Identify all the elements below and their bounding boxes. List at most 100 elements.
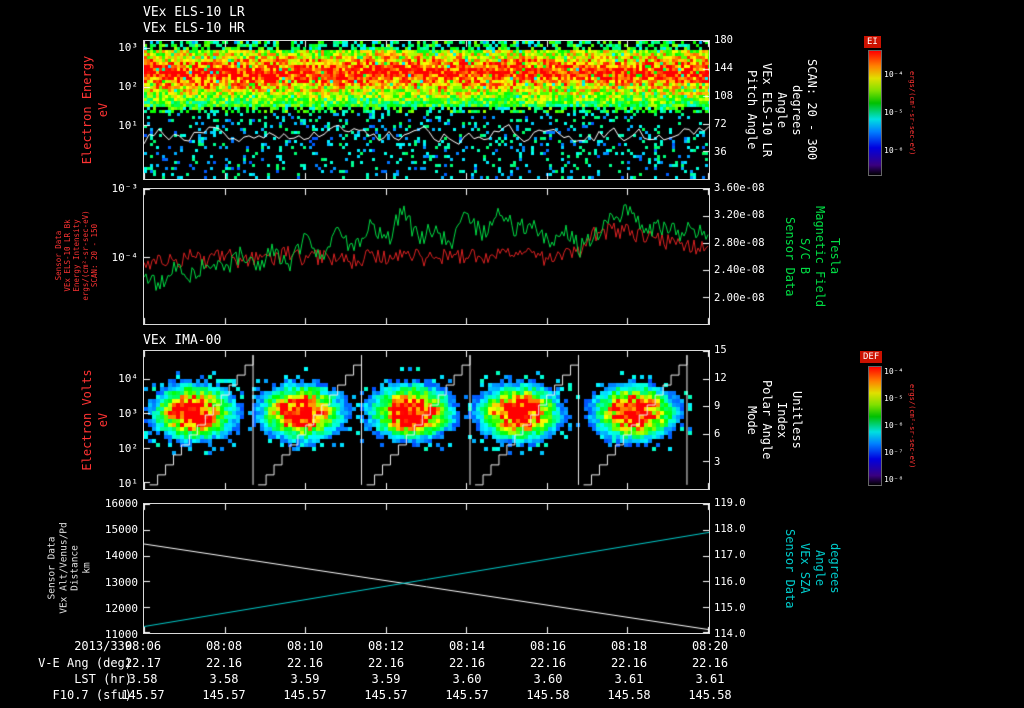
panel2-ytick-left-1: 10⁻⁴: [111, 250, 139, 264]
panel2-ytick-right-3: 2.40e-08: [714, 264, 765, 277]
colorbar2-units: ergs/(cm²-sr-sec-eV): [908, 383, 916, 469]
footer-veang-1: 22.16: [205, 656, 243, 670]
panel3-ytick-left-2: 10²: [118, 442, 138, 455]
panel2-right-axis-label: Sensor Data S/C B Magnetic Field Tesla: [783, 205, 842, 308]
colorbar2-tick-3: 10⁻⁷: [884, 448, 904, 457]
panel4-ytick-right-0: 119.0: [714, 497, 746, 509]
footer-f107-5: 145.58: [526, 688, 570, 702]
panel4-y-axis-label: Sensor Data VEx Alt/Venus/Pd Distance km: [46, 522, 93, 614]
footer-time-7: 08:20: [691, 639, 729, 653]
page-title-line1: VEx ELS-10 LR: [143, 5, 245, 20]
footer-lst-0: 3.58: [128, 672, 158, 686]
panel2-bfield-intensity-plot: [143, 188, 710, 325]
footer-f107-2: 145.57: [283, 688, 327, 702]
panel3-ytick-left-3: 10¹: [118, 477, 138, 490]
footer-lst-2: 3.59: [290, 672, 320, 686]
panel3-ytick-left-0: 10⁴: [118, 372, 138, 385]
footer-veang-2: 22.16: [286, 656, 324, 670]
panel1-ytick-left-0: 10³: [118, 41, 138, 54]
footer-f107-7: 145.58: [688, 688, 732, 702]
footer-f107-4: 145.57: [445, 688, 489, 702]
panel1-ytick-left-2: 10¹: [118, 119, 138, 133]
footer-time-3: 08:12: [367, 639, 405, 653]
panel2-ytick-right-0: 3.60e-08: [714, 182, 765, 194]
panel3-ytick-right-4: 3: [714, 456, 721, 468]
colorbar2-title: DEF: [860, 351, 883, 363]
footer-f107-6: 145.58: [607, 688, 651, 702]
panel4-ytick-left-4: 12000: [104, 601, 138, 615]
panel4-ytick-right-4: 115.0: [714, 601, 746, 614]
footer-veang-6: 22.16: [610, 656, 648, 670]
footer-time-2: 08:10: [286, 639, 324, 653]
colorbar1-title: EI: [864, 36, 881, 48]
spacecraft-data-plot-viewer: VEx ELS-10 LR VEx ELS-10 HR Electron Ene…: [0, 0, 1024, 708]
panel3-ytick-right-2: 9: [714, 400, 721, 412]
panel2-line-canvas: [144, 189, 709, 324]
panel4-ytick-left-3: 13000: [104, 575, 138, 589]
panel2-ytick-right-4: 2.00e-08: [714, 291, 765, 304]
footer-veang-3: 22.16: [367, 656, 405, 670]
panel4-right-axis-label: Sensor Data VEx SZA Angle degrees: [783, 528, 842, 609]
panel4-line-canvas: [144, 504, 709, 633]
colorbar1-units: ergs/(cm²-sr-sec-eV): [908, 70, 916, 156]
panel3-ytick-right-1: 12: [714, 372, 727, 384]
footer-veang-0: 22.17: [124, 656, 162, 670]
page-title-line2: VEx ELS-10 HR: [143, 21, 245, 36]
panel4-ytick-left-0: 16000: [104, 497, 138, 510]
panel1-y-axis-label: Electron Energy eV: [80, 55, 110, 165]
colorbar1-tick-0: 10⁻⁴: [884, 70, 904, 80]
footer-f107-3: 145.57: [364, 688, 408, 702]
panel1-ytick-right-0: 180: [714, 34, 733, 46]
footer-lst-3: 3.59: [371, 672, 401, 686]
panel1-spectrogram-canvas: [144, 41, 709, 179]
panel2-y-axis-label: Sensor Data VEx ELS-10 LR Bk Energy Inte…: [54, 210, 99, 301]
footer-veang-5: 22.16: [529, 656, 567, 670]
colorbar1-gradient: [868, 50, 882, 176]
footer-time-4: 08:14: [448, 639, 486, 653]
panel1-right-axis-label: Pitch Angle VEx ELS-10 LR Angle degrees …: [745, 59, 819, 161]
footer-time-1: 08:08: [205, 639, 243, 653]
panel1-ytick-right-4: 36: [714, 146, 727, 158]
panel3-spectrogram-canvas: [144, 351, 709, 489]
panel4-ytick-right-1: 118.0: [714, 523, 746, 536]
footer-veang-4: 22.16: [448, 656, 486, 670]
panel1-ytick-left-1: 10²: [118, 80, 138, 94]
footer-lst-4: 3.60: [452, 672, 482, 686]
panel1-els-spectrogram: [143, 40, 710, 180]
panel1-ytick-right-1: 144: [714, 62, 733, 74]
panel3-title: VEx IMA-00: [143, 333, 222, 348]
colorbar2-tick-4: 10⁻⁸: [884, 475, 904, 484]
panel4-ytick-right-3: 116.0: [714, 575, 746, 588]
colorbar2-tick-2: 10⁻⁶: [884, 421, 904, 430]
panel4-altitude-sza-plot: [143, 503, 710, 634]
panel2-ytick-left-0: 10⁻³: [111, 182, 139, 195]
panel2-ytick-right-2: 2.80e-08: [714, 236, 765, 249]
colorbar2-tick-1: 10⁻⁵: [884, 394, 904, 403]
panel1-ytick-right-2: 108: [714, 90, 733, 102]
footer-veang-7: 22.16: [691, 656, 729, 670]
footer-time-5: 08:16: [529, 639, 567, 653]
footer-time-6: 08:18: [610, 639, 648, 653]
panel4-ytick-left-1: 15000: [104, 523, 138, 537]
footer-f107-1: 145.57: [202, 688, 246, 702]
panel4-ytick-left-2: 14000: [104, 549, 138, 563]
panel3-ima-spectrogram: [143, 350, 710, 490]
panel4-ytick-right-2: 117.0: [714, 549, 746, 562]
colorbar2-gradient: [868, 366, 882, 486]
panel2-ytick-right-1: 3.20e-08: [714, 209, 765, 222]
panel3-y-axis-label: Electron Volts eV: [80, 369, 110, 471]
footer-lst-7: 3.61: [695, 672, 725, 686]
colorbar1-tick-2: 10⁻⁶: [884, 145, 904, 155]
footer-lst-6: 3.61: [614, 672, 644, 686]
panel3-ytick-right-0: 15: [714, 344, 727, 356]
colorbar1-tick-1: 10⁻⁵: [884, 108, 904, 117]
footer-f107-0: 145.57: [121, 688, 165, 702]
footer-lst-5: 3.60: [533, 672, 563, 686]
panel3-ytick-right-3: 6: [714, 428, 721, 440]
panel1-ytick-right-3: 72: [714, 118, 727, 130]
panel3-ytick-left-1: 10³: [118, 407, 138, 420]
footer-lst-1: 3.58: [209, 672, 239, 686]
colorbar2-tick-0: 10⁻⁴: [884, 367, 904, 376]
panel3-right-axis-label: Mode Polar Angle Index Unitless: [745, 380, 804, 460]
footer-time-0: 08:06: [124, 639, 162, 653]
